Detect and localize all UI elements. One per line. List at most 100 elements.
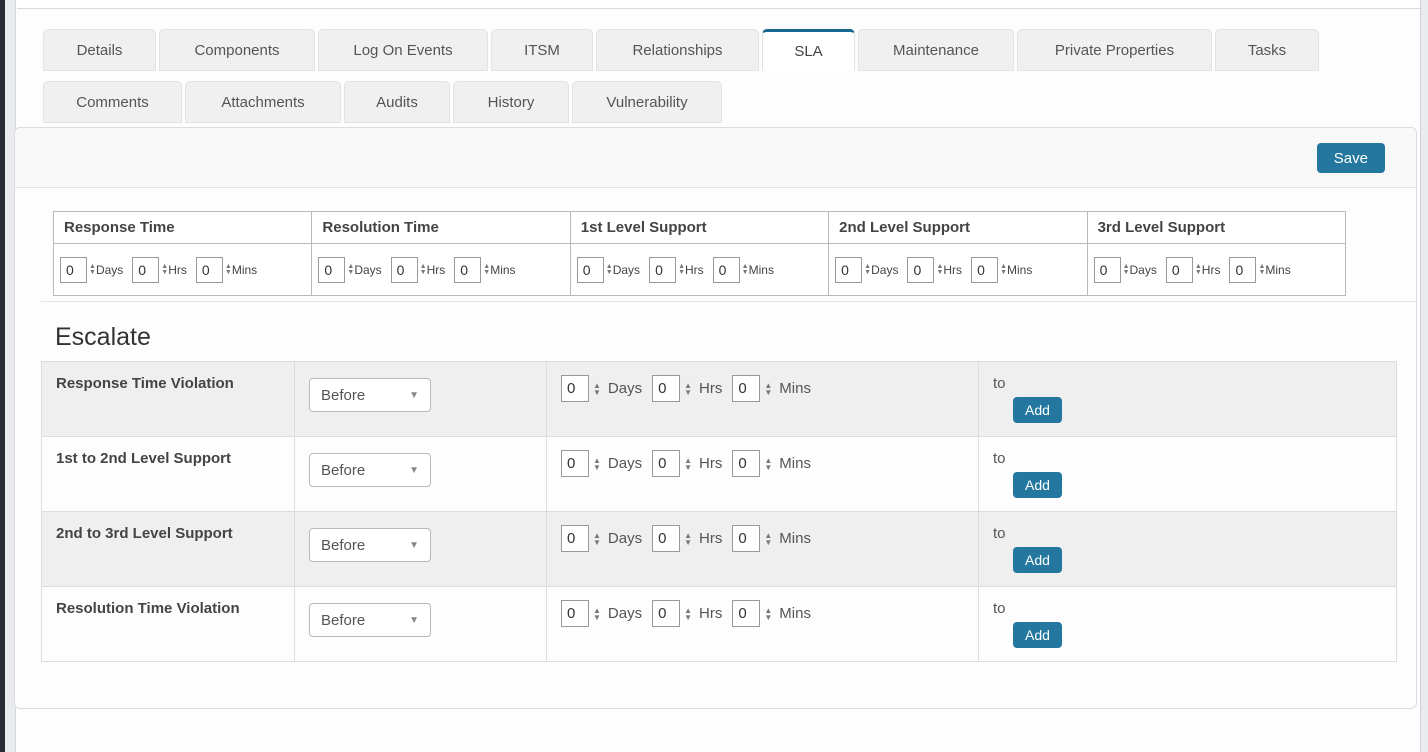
resolution-time-mins-input[interactable] [454, 257, 481, 283]
3rd-level-support-days-unit-label: Days [1130, 263, 1157, 277]
spinner-arrows-icon[interactable]: ▲▼ [1258, 264, 1265, 276]
sla-cell-3rd-level-support: ▲▼Days▲▼Hrs▲▼Mins [1087, 244, 1345, 296]
sla-column-header-response-time: Response Time [54, 212, 312, 244]
escalate-condition-cell: Before▼ [295, 362, 547, 437]
tab-sla[interactable]: SLA [762, 29, 855, 71]
spinner-arrows-icon[interactable]: ▲▼ [1195, 264, 1202, 276]
3rd-level-support-hrs-input[interactable] [1166, 257, 1193, 283]
spinner-arrows-icon[interactable]: ▲▼ [764, 607, 772, 621]
chevron-down-icon: ▼ [409, 615, 419, 626]
2nd-to-3rd-level-support-days-input[interactable] [561, 525, 589, 552]
tab-relationships[interactable]: Relationships [596, 29, 759, 71]
tab-private-properties[interactable]: Private Properties [1017, 29, 1212, 71]
spinner-arrows-icon[interactable]: ▲▼ [593, 532, 601, 546]
1st-to-2nd-level-support-add-button[interactable]: Add [1013, 472, 1062, 498]
3rd-level-support-mins-input[interactable] [1229, 257, 1256, 283]
tab-label: Attachments [221, 94, 304, 111]
spinner-arrows-icon[interactable]: ▲▼ [764, 532, 772, 546]
tab-maintenance[interactable]: Maintenance [858, 29, 1014, 71]
window-right-gutter [1420, 0, 1428, 752]
spinner-arrows-icon[interactable]: ▲▼ [606, 264, 613, 276]
spinner-arrows-icon[interactable]: ▲▼ [742, 264, 749, 276]
tab-label: Relationships [632, 42, 722, 59]
tab-comments[interactable]: Comments [43, 81, 182, 123]
spinner-arrows-icon[interactable]: ▲▼ [593, 457, 601, 471]
spinner-arrows-icon[interactable]: ▲▼ [420, 264, 427, 276]
response-time-hrs-input[interactable] [132, 257, 159, 283]
panel-header: Save [15, 128, 1416, 188]
2nd-level-support-days-input[interactable] [835, 257, 862, 283]
sla-column-header-resolution-time: Resolution Time [312, 212, 570, 244]
2nd-to-3rd-level-support-hrs-input[interactable] [652, 525, 680, 552]
spinner-arrows-icon[interactable]: ▲▼ [678, 264, 685, 276]
tab-components[interactable]: Components [159, 29, 315, 71]
3rd-level-support-hrs-spinner: ▲▼Hrs [1166, 257, 1230, 283]
tab-details[interactable]: Details [43, 29, 156, 71]
resolution-time-violation-days-input[interactable] [561, 600, 589, 627]
tab-itsm[interactable]: ITSM [491, 29, 593, 71]
response-time-mins-input[interactable] [196, 257, 223, 283]
response-time-violation-days-unit-label: Days [608, 380, 642, 397]
2nd-to-3rd-level-support-condition-select[interactable]: Before▼ [309, 528, 431, 562]
spinner-arrows-icon[interactable]: ▲▼ [684, 607, 692, 621]
resolution-time-hrs-input[interactable] [391, 257, 418, 283]
spinner-arrows-icon[interactable]: ▲▼ [864, 264, 871, 276]
spinner-arrows-icon[interactable]: ▲▼ [347, 264, 354, 276]
spinner-arrows-icon[interactable]: ▲▼ [483, 264, 490, 276]
spinner-arrows-icon[interactable]: ▲▼ [684, 457, 692, 471]
spinner-arrows-icon[interactable]: ▲▼ [936, 264, 943, 276]
response-time-violation-hrs-input[interactable] [652, 375, 680, 402]
1st-to-2nd-level-support-mins-input[interactable] [732, 450, 760, 477]
response-time-violation-mins-unit-label: Mins [779, 380, 811, 397]
2nd-to-3rd-level-support-mins-input[interactable] [732, 525, 760, 552]
tab-tasks[interactable]: Tasks [1215, 29, 1319, 71]
2nd-level-support-mins-input[interactable] [971, 257, 998, 283]
save-button[interactable]: Save [1317, 143, 1385, 173]
spinner-arrows-icon[interactable]: ▲▼ [593, 382, 601, 396]
1st-to-2nd-level-support-days-input[interactable] [561, 450, 589, 477]
2nd-level-support-days-spinner: ▲▼Days [835, 257, 907, 283]
3rd-level-support-days-input[interactable] [1094, 257, 1121, 283]
spinner-arrows-icon[interactable]: ▲▼ [684, 532, 692, 546]
resolution-time-violation-days-spinner: ▲▼Days [561, 600, 652, 627]
response-time-violation-condition-select[interactable]: Before▼ [309, 378, 431, 412]
tab-log-on-events[interactable]: Log On Events [318, 29, 488, 71]
spinner-arrows-icon[interactable]: ▲▼ [1123, 264, 1130, 276]
spinner-arrows-icon[interactable]: ▲▼ [161, 264, 168, 276]
tab-label: Components [194, 42, 279, 59]
resolution-time-violation-add-button[interactable]: Add [1013, 622, 1062, 648]
tab-bar: Details Components Log On EventsITSM Relati… [17, 9, 1420, 123]
1st-to-2nd-level-support-hrs-input[interactable] [652, 450, 680, 477]
escalate-to-cell: toAdd [979, 437, 1397, 512]
spinner-arrows-icon[interactable]: ▲▼ [764, 457, 772, 471]
page: Details Components Log On EventsITSM Relati… [17, 8, 1420, 752]
tab-history[interactable]: History [453, 81, 569, 123]
resolution-time-violation-mins-input[interactable] [732, 600, 760, 627]
tab-attachments[interactable]: Attachments [185, 81, 341, 123]
1st-to-2nd-level-support-condition-select[interactable]: Before▼ [309, 453, 431, 487]
escalate-row-2nd-to-3rd-level-support: 2nd to 3rd Level SupportBefore▼▲▼Days▲▼H… [42, 512, 1397, 587]
spinner-arrows-icon[interactable]: ▲▼ [89, 264, 96, 276]
response-time-violation-days-input[interactable] [561, 375, 589, 402]
spinner-arrows-icon[interactable]: ▲▼ [225, 264, 232, 276]
spinner-arrows-icon[interactable]: ▲▼ [684, 382, 692, 396]
1st-level-support-hrs-input[interactable] [649, 257, 676, 283]
resolution-time-violation-condition-select[interactable]: Before▼ [309, 603, 431, 637]
panel-content: Response TimeResolution Time1st Level Su… [15, 188, 1416, 662]
response-time-violation-add-button[interactable]: Add [1013, 397, 1062, 423]
1st-level-support-mins-input[interactable] [713, 257, 740, 283]
escalate-row-label: 1st to 2nd Level Support [56, 450, 231, 467]
2nd-level-support-hrs-input[interactable] [907, 257, 934, 283]
resolution-time-violation-hrs-input[interactable] [652, 600, 680, 627]
response-time-violation-mins-input[interactable] [732, 375, 760, 402]
response-time-days-input[interactable] [60, 257, 87, 283]
spinner-arrows-icon[interactable]: ▲▼ [593, 607, 601, 621]
tab-vulnerability[interactable]: Vulnerability [572, 81, 722, 123]
spinner-arrows-icon[interactable]: ▲▼ [764, 382, 772, 396]
resolution-time-days-input[interactable] [318, 257, 345, 283]
1st-to-2nd-level-support-hrs-spinner: ▲▼Hrs [652, 450, 732, 477]
1st-level-support-days-input[interactable] [577, 257, 604, 283]
tab-audits[interactable]: Audits [344, 81, 450, 123]
2nd-to-3rd-level-support-add-button[interactable]: Add [1013, 547, 1062, 573]
spinner-arrows-icon[interactable]: ▲▼ [1000, 264, 1007, 276]
